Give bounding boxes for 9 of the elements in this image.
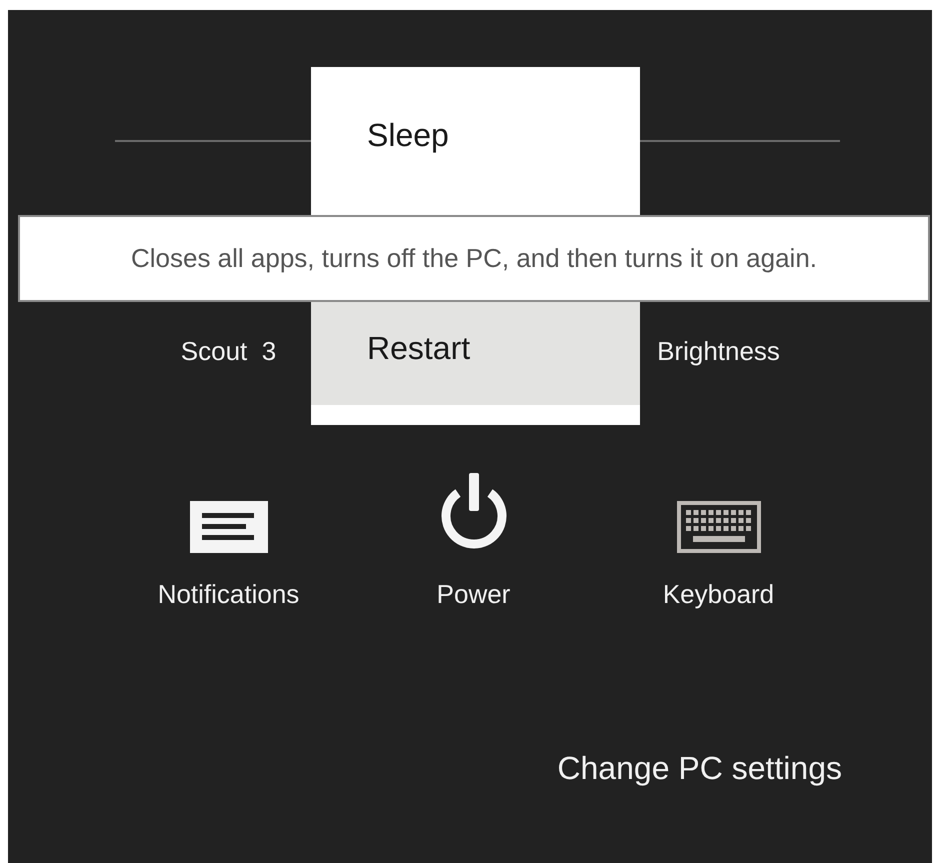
settings-tile[interactable]: Notifications xyxy=(106,471,351,614)
brightness-label: Brightness xyxy=(657,335,780,368)
wifi-label: Scout 3 xyxy=(180,335,276,368)
keyboard-icon xyxy=(676,501,760,553)
settings-tile[interactable]: Keyboard xyxy=(596,471,841,614)
change-settings-link[interactable]: Change PC settings xyxy=(557,744,842,792)
message-icon xyxy=(190,501,268,553)
tooltip: Closes all apps, turns off the PC, and then turns it on again. xyxy=(18,215,930,302)
settings-tile[interactable]: Power xyxy=(351,471,596,614)
